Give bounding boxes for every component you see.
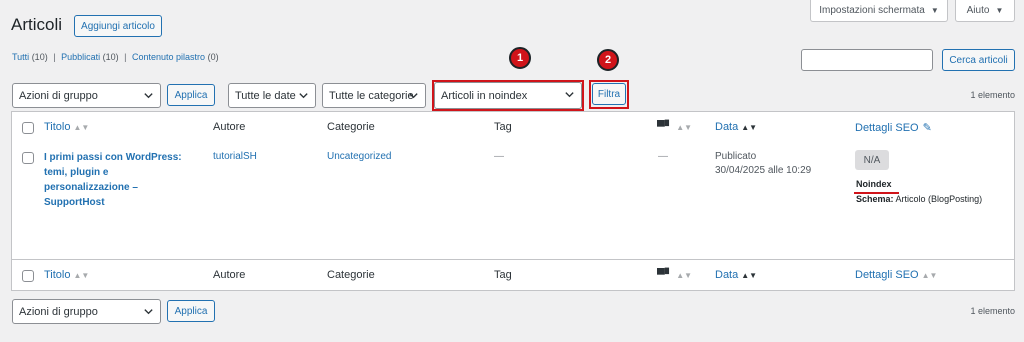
column-tags: Tag <box>494 121 512 133</box>
post-status: Publicato <box>715 151 757 162</box>
column-comments[interactable]: ▀▘ ▲▼ <box>657 268 692 281</box>
table-footer: Titolo ▲▼ Autore Categorie Tag ▀▘ ▲▼ Data ▲… <box>11 259 1015 291</box>
sort-desc-icon: ▲▼ <box>741 123 758 132</box>
view-published-link[interactable]: Pubblicati <box>61 52 100 62</box>
sort-desc-icon: ▲▼ <box>741 271 758 280</box>
annotation-marker-2: 2 <box>597 49 619 71</box>
column-seo-label: Dettagli SEO <box>855 269 919 281</box>
column-author: Autore <box>213 269 246 281</box>
view-all-count: (10) <box>31 52 48 62</box>
post-status-views: Tutti (10) | Pubblicati (10) | Contenuto… <box>12 52 219 62</box>
post-author-link[interactable]: tutorialSH <box>213 151 257 162</box>
column-comments[interactable]: ▀▘ ▲▼ <box>657 120 692 133</box>
caret-down-icon: ▼ <box>995 6 1004 15</box>
search-posts-button[interactable]: Cerca articoli <box>942 49 1015 71</box>
view-cornerstone-link[interactable]: Contenuto pilastro <box>132 52 205 62</box>
column-categories: Categorie <box>327 269 375 281</box>
page-title: Articoli <box>11 15 63 34</box>
column-tags: Tag <box>494 269 512 281</box>
add-post-button[interactable]: Aggiungi articolo <box>74 15 162 37</box>
schema-value: Articolo (BlogPosting) <box>895 194 983 204</box>
chevron-down-icon <box>144 93 153 99</box>
comment-icon: ▀▘ <box>657 121 674 133</box>
comment-icon: ▀▘ <box>657 269 674 281</box>
items-count-bottom: 1 elemento <box>970 306 1015 316</box>
pencil-icon: ✎ <box>922 122 932 134</box>
help-label: Aiuto <box>966 5 990 16</box>
chevron-down-icon <box>299 93 308 99</box>
date-filter-value: Tutte le date <box>235 89 296 102</box>
date-filter-select[interactable]: Tutte le date <box>228 83 316 108</box>
bulk-actions-value: Azioni di gruppo <box>19 89 98 102</box>
post-title-link[interactable]: I primi passi con WordPress: temi, plugi… <box>44 150 194 210</box>
annotation-box-1 <box>432 80 584 111</box>
category-filter-select[interactable]: Tutte le categorie <box>322 83 426 108</box>
help-button[interactable]: Aiuto ▼ <box>955 0 1015 22</box>
sort-icon: ▲▼ <box>676 123 693 132</box>
post-comments: — <box>658 151 668 162</box>
chevron-down-icon <box>409 93 418 99</box>
row-checkbox[interactable] <box>22 152 34 164</box>
separator: | <box>124 52 127 62</box>
screen-options-button[interactable]: Impostazioni schermata ▼ <box>810 0 948 22</box>
column-seo-label: Dettagli SEO <box>855 122 919 134</box>
bulk-actions-select-top[interactable]: Azioni di gruppo <box>12 83 161 108</box>
view-published-count: (10) <box>102 52 119 62</box>
column-author: Autore <box>213 121 246 133</box>
bulk-actions-select-bottom[interactable]: Azioni di gruppo <box>12 299 161 324</box>
column-date[interactable]: Data ▲▼ <box>715 269 757 281</box>
seo-score-badge: N/A <box>855 150 889 170</box>
column-title[interactable]: Titolo ▲▼ <box>44 121 89 133</box>
separator: | <box>53 52 56 62</box>
column-title[interactable]: Titolo ▲▼ <box>44 269 89 281</box>
select-all-checkbox[interactable] <box>22 270 34 282</box>
bulk-actions-value: Azioni di gruppo <box>19 305 98 318</box>
column-title-label: Titolo <box>44 121 71 133</box>
view-cornerstone-count: (0) <box>207 52 219 62</box>
category-filter-value: Tutte le categorie <box>329 89 414 102</box>
table-row: I primi passi con WordPress: temi, plugi… <box>11 142 1015 260</box>
sort-icon: ▲▼ <box>676 271 693 280</box>
items-count-top: 1 elemento <box>970 90 1015 100</box>
annotation-marker-1: 1 <box>509 47 531 69</box>
post-date: 30/04/2025 alle 10:29 <box>715 165 812 176</box>
column-title-label: Titolo <box>44 269 71 281</box>
column-date-label: Data <box>715 121 739 133</box>
column-date[interactable]: Data ▲▼ <box>715 121 757 133</box>
noindex-label: Noindex <box>856 179 892 189</box>
post-tags: — <box>494 151 504 162</box>
column-date-label: Data <box>715 269 739 281</box>
annotation-box-2 <box>589 80 629 109</box>
search-input[interactable] <box>801 49 933 71</box>
sort-icon: ▲▼ <box>73 123 90 132</box>
screen-options-label: Impostazioni schermata <box>819 5 925 16</box>
apply-button-top[interactable]: Applica <box>167 84 215 106</box>
chevron-down-icon <box>144 309 153 315</box>
sort-icon: ▲▼ <box>921 271 938 280</box>
post-category-link[interactable]: Uncategorized <box>327 151 391 162</box>
column-categories: Categorie <box>327 121 375 133</box>
sort-icon: ▲▼ <box>73 271 90 280</box>
caret-down-icon: ▼ <box>930 6 939 15</box>
apply-button-bottom[interactable]: Applica <box>167 300 215 322</box>
view-all-link[interactable]: Tutti <box>12 52 29 62</box>
column-seo-details[interactable]: Dettagli SEO ▲▼ <box>855 269 937 281</box>
table-header: Titolo ▲▼ Autore Categorie Tag ▀▘ ▲▼ Data ▲… <box>11 111 1015 143</box>
column-seo-details[interactable]: Dettagli SEO ✎ <box>855 121 932 134</box>
schema-label: Schema: <box>856 194 894 204</box>
select-all-checkbox[interactable] <box>22 122 34 134</box>
schema-info: Schema: Articolo (BlogPosting) <box>856 194 982 204</box>
